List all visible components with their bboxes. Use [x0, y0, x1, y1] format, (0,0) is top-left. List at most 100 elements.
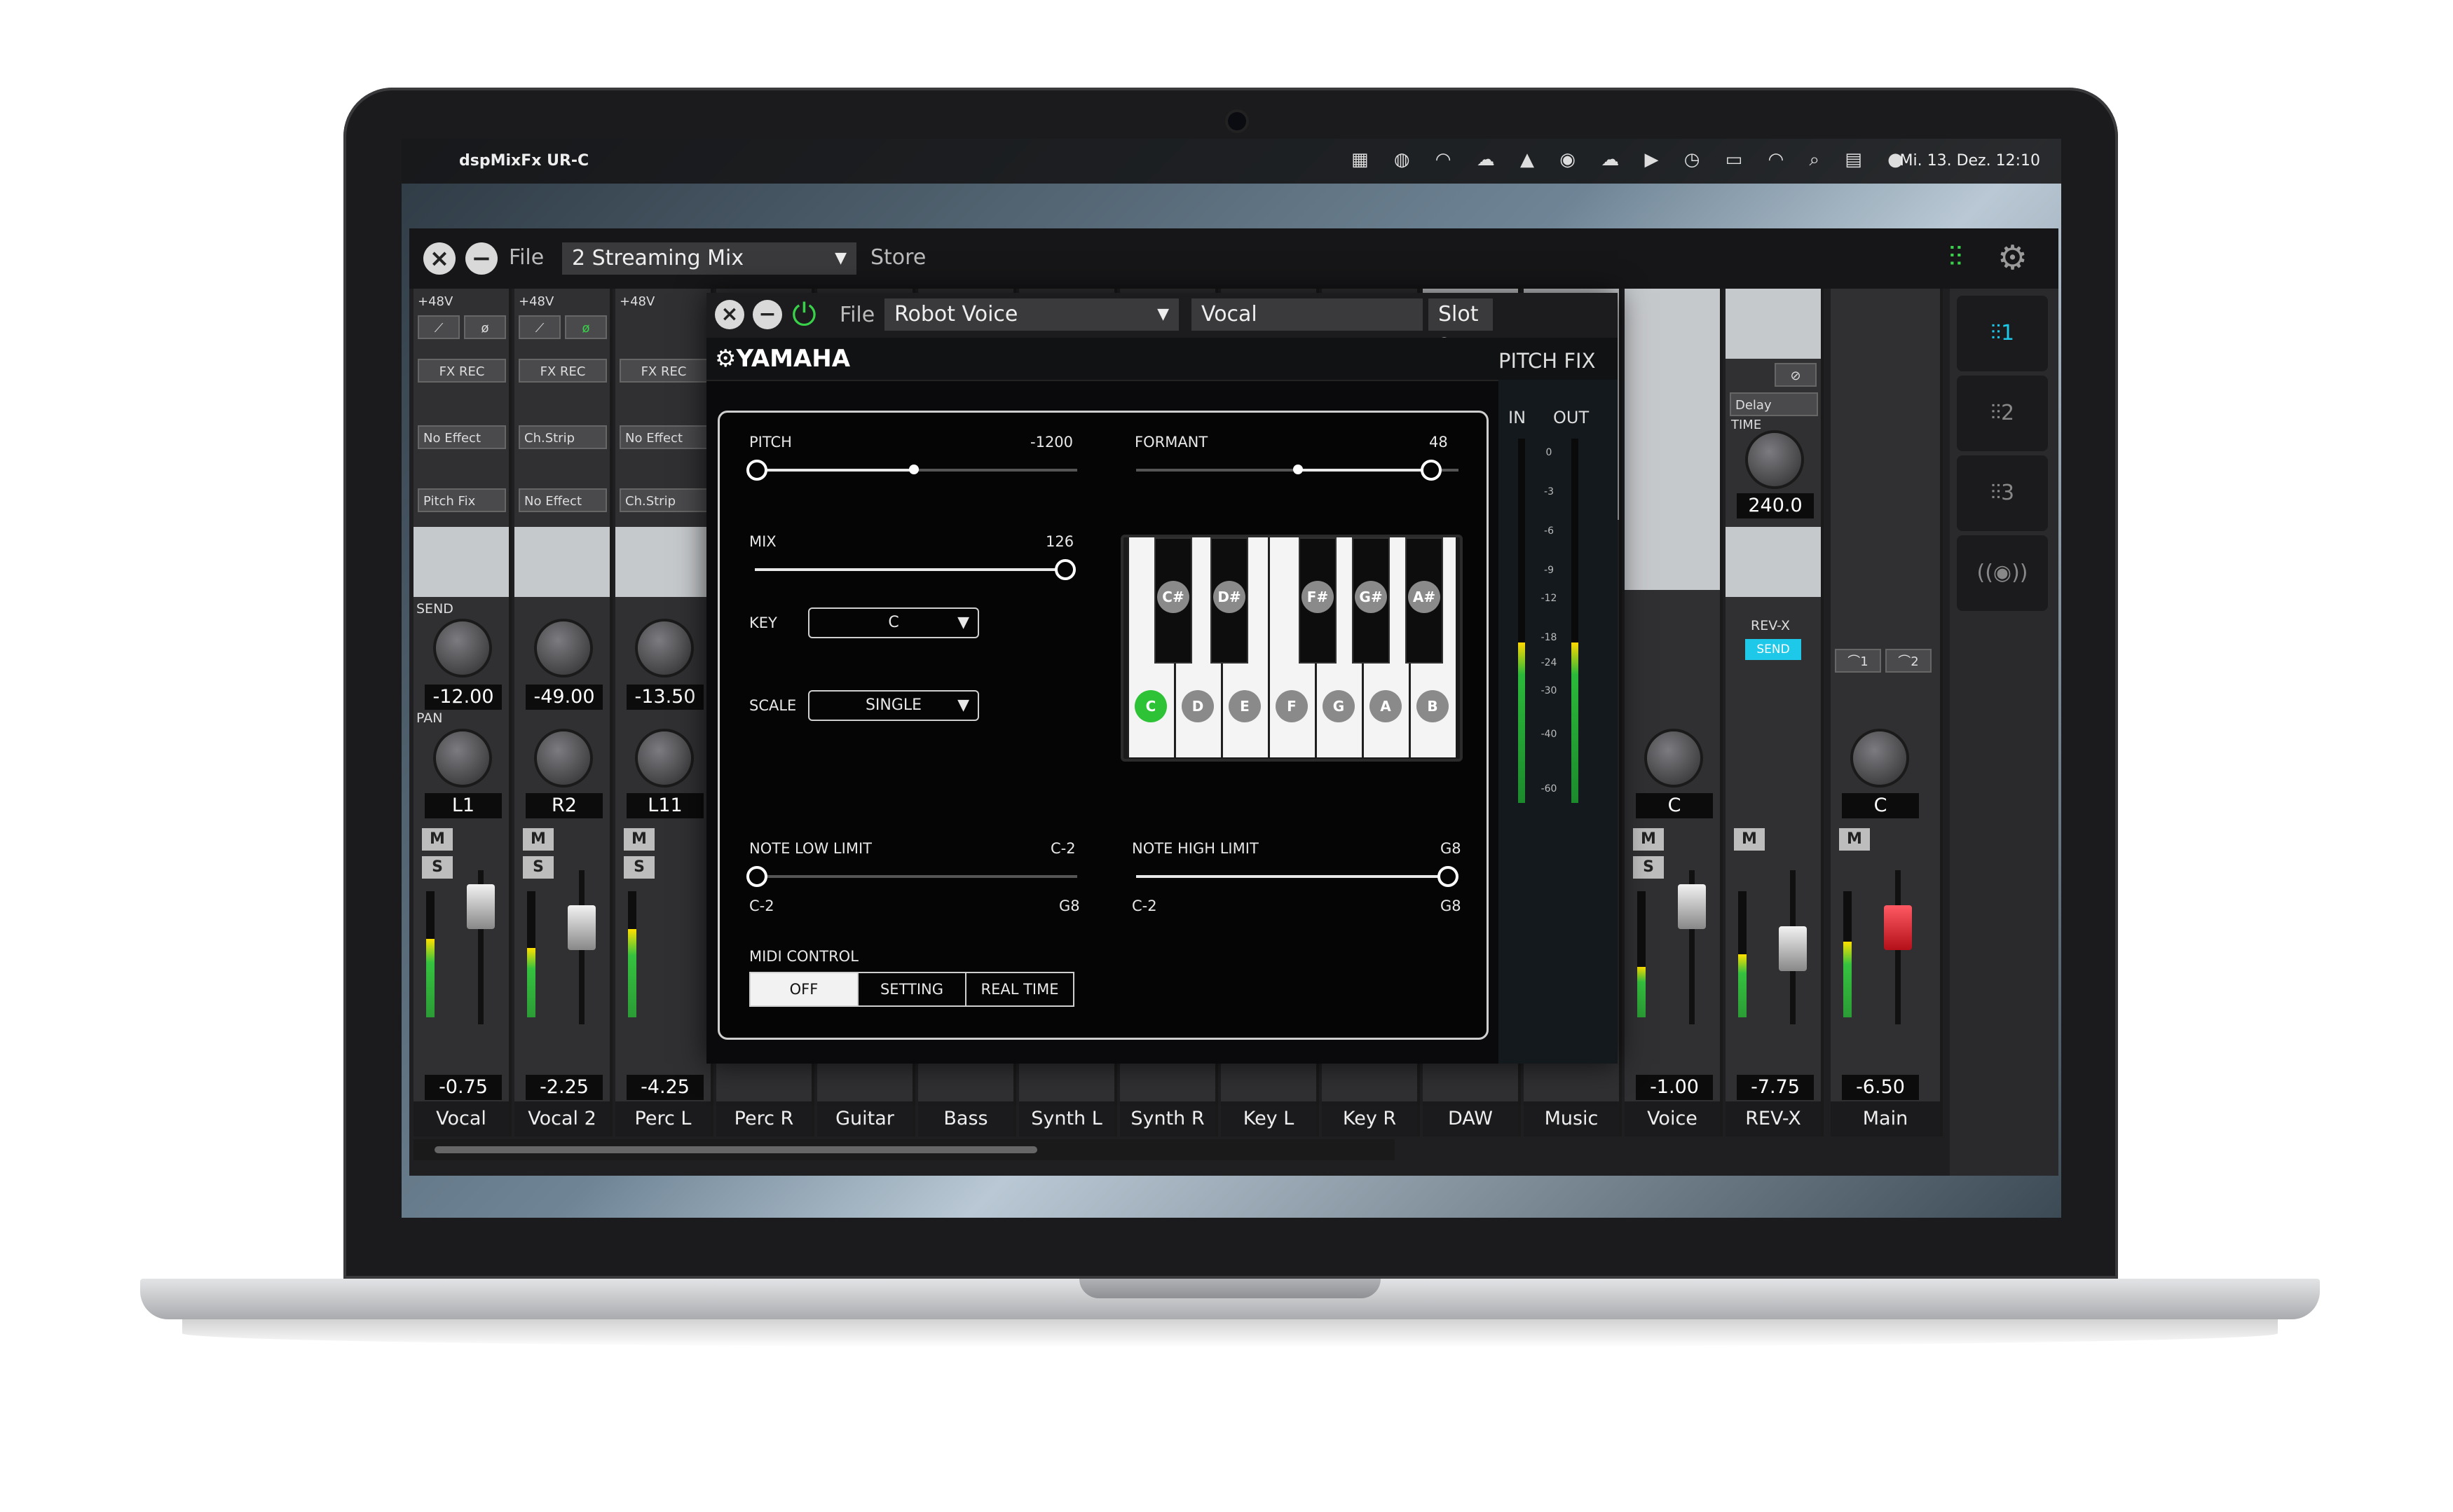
menu-clock[interactable]: Mi. 13. Dez. 12:10: [1900, 152, 2040, 170]
pan-knob[interactable]: [638, 731, 691, 785]
fx-rec-button[interactable]: FX REC: [519, 359, 607, 383]
solo-button[interactable]: S: [1633, 856, 1664, 879]
channel-name[interactable]: Vocal 2: [514, 1101, 610, 1136]
solo-button[interactable]: S: [523, 856, 554, 879]
store-button[interactable]: Store: [870, 245, 926, 270]
note-dot-f[interactable]: F: [1276, 690, 1308, 722]
channel-name[interactable]: Bass: [918, 1101, 1013, 1136]
fx-rec-button[interactable]: FX REC: [418, 359, 506, 383]
delay-select[interactable]: Delay: [1730, 392, 1818, 416]
hpf-button[interactable]: ⟋: [418, 315, 460, 339]
channel-name[interactable]: Music: [1524, 1101, 1619, 1136]
note-dot-ds[interactable]: D#: [1213, 581, 1245, 613]
note-dot-c[interactable]: C: [1135, 690, 1167, 722]
solo-button[interactable]: S: [624, 856, 655, 879]
pan-knob[interactable]: [436, 731, 489, 785]
channel-name[interactable]: Vocal: [414, 1101, 509, 1136]
mixer-view-icon[interactable]: ⫶⫶: [1948, 241, 1988, 276]
fader-handle[interactable]: [1678, 884, 1706, 929]
phones-2-button[interactable]: ⌒2: [1885, 649, 1932, 673]
minimize-icon[interactable]: −: [465, 242, 498, 275]
send-knob[interactable]: [537, 621, 590, 675]
channel-name[interactable]: Main: [1831, 1101, 1940, 1136]
note-dot-fs[interactable]: F#: [1301, 581, 1334, 613]
effect-slot-2[interactable]: Pitch Fix: [418, 488, 506, 512]
phones-1-button[interactable]: ⌒1: [1835, 649, 1881, 673]
rev-send-button[interactable]: SEND: [1745, 639, 1801, 660]
phantom-label[interactable]: +48V: [519, 294, 554, 309]
midi-off-button[interactable]: OFF: [749, 972, 859, 1007]
mute-button[interactable]: M: [1633, 828, 1664, 851]
note-low-slider-handle[interactable]: [746, 866, 767, 887]
channel-name[interactable]: Key L: [1221, 1101, 1316, 1136]
scale-select[interactable]: SINGLE ▼: [808, 690, 979, 721]
mix-page-2-icon[interactable]: ⫶⫶2: [1957, 376, 2048, 451]
horizontal-scrollbar[interactable]: [414, 1139, 1395, 1160]
mix-slider-fill[interactable]: [755, 568, 1065, 571]
key-select[interactable]: C ▼: [808, 607, 979, 638]
midi-real-time-button[interactable]: REAL TIME: [965, 972, 1074, 1007]
solo-button[interactable]: S: [422, 856, 453, 879]
midi-setting-button[interactable]: SETTING: [857, 972, 966, 1007]
pan-knob[interactable]: [537, 731, 590, 785]
main-fader-handle[interactable]: [1884, 905, 1912, 950]
phase-button[interactable]: ø: [464, 315, 506, 339]
formant-slider-handle[interactable]: [1421, 460, 1442, 481]
channel-name[interactable]: Perc L: [615, 1101, 711, 1136]
note-dot-e[interactable]: E: [1229, 690, 1261, 722]
effect-slot-2[interactable]: Ch.Strip: [620, 488, 708, 512]
channel-name[interactable]: Voice: [1625, 1101, 1720, 1136]
effect-slot-2[interactable]: No Effect: [519, 488, 607, 512]
note-dot-g[interactable]: G: [1323, 690, 1355, 722]
send-knob[interactable]: [638, 621, 691, 675]
power-icon[interactable]: ⏻: [792, 297, 816, 333]
mix-page-1-icon[interactable]: ⫶⫶1: [1957, 296, 2048, 371]
pitch-slider-handle[interactable]: [746, 460, 767, 481]
channel-name[interactable]: DAW: [1423, 1101, 1518, 1136]
scrollbar-thumb[interactable]: [435, 1146, 1037, 1153]
send-knob[interactable]: [436, 621, 489, 675]
channel-name[interactable]: Guitar: [817, 1101, 913, 1136]
mute-button[interactable]: M: [1734, 828, 1765, 851]
phantom-label[interactable]: +48V: [620, 294, 655, 309]
mix-slider-handle[interactable]: [1055, 559, 1076, 580]
mute-button[interactable]: M: [422, 828, 453, 851]
pan-knob[interactable]: [1853, 731, 1906, 785]
status-icons[interactable]: ▦ ◍ ◠ ☁ ▲ ◉ ☁ ▶ ◷ ▭ ◠ ⌕ ▤ ●: [1351, 149, 1913, 171]
settings-gear-icon[interactable]: ⚙: [1997, 238, 2037, 277]
note-dot-d[interactable]: D: [1182, 690, 1214, 722]
note-dot-as[interactable]: A#: [1408, 581, 1440, 613]
note-dot-cs[interactable]: C#: [1157, 581, 1189, 613]
phantom-label[interactable]: +48V: [418, 294, 453, 309]
mute-button[interactable]: M: [1839, 828, 1870, 851]
channel-name[interactable]: Perc R: [716, 1101, 812, 1136]
minimize-icon[interactable]: −: [753, 300, 782, 329]
note-high-slider-handle[interactable]: [1437, 866, 1458, 887]
preset-select[interactable]: Robot Voice ▼: [884, 298, 1179, 331]
close-icon[interactable]: ×: [423, 242, 456, 275]
fader-handle[interactable]: [568, 905, 596, 950]
edit-icon[interactable]: ⊘: [1775, 363, 1817, 387]
effect-slot-1[interactable]: Ch.Strip: [519, 425, 607, 449]
fader-handle[interactable]: [1779, 926, 1807, 971]
note-high-slider-fill[interactable]: [1136, 875, 1446, 878]
channel-name[interactable]: Synth L: [1019, 1101, 1114, 1136]
note-dot-gs[interactable]: G#: [1355, 581, 1387, 613]
fx-rec-button[interactable]: FX REC: [620, 359, 708, 383]
channel-name[interactable]: REV-X: [1726, 1101, 1821, 1136]
mute-button[interactable]: M: [523, 828, 554, 851]
loopback-icon[interactable]: ((◉)): [1957, 535, 2048, 611]
channel-name[interactable]: Key R: [1322, 1101, 1417, 1136]
note-low-slider-track[interactable]: [755, 875, 1077, 878]
note-dot-a[interactable]: A: [1369, 690, 1402, 722]
scene-select[interactable]: 2 Streaming Mix ▼: [562, 242, 856, 275]
pan-knob[interactable]: [1647, 731, 1700, 785]
mix-page-3-icon[interactable]: ⫶⫶3: [1957, 455, 2048, 531]
effect-slot-1[interactable]: No Effect: [418, 425, 506, 449]
time-knob[interactable]: [1748, 433, 1801, 486]
channel-name[interactable]: Synth R: [1120, 1101, 1215, 1136]
phase-button[interactable]: ø: [565, 315, 607, 339]
mute-button[interactable]: M: [624, 828, 655, 851]
fader-handle[interactable]: [467, 884, 495, 929]
note-dot-b[interactable]: B: [1416, 690, 1449, 722]
